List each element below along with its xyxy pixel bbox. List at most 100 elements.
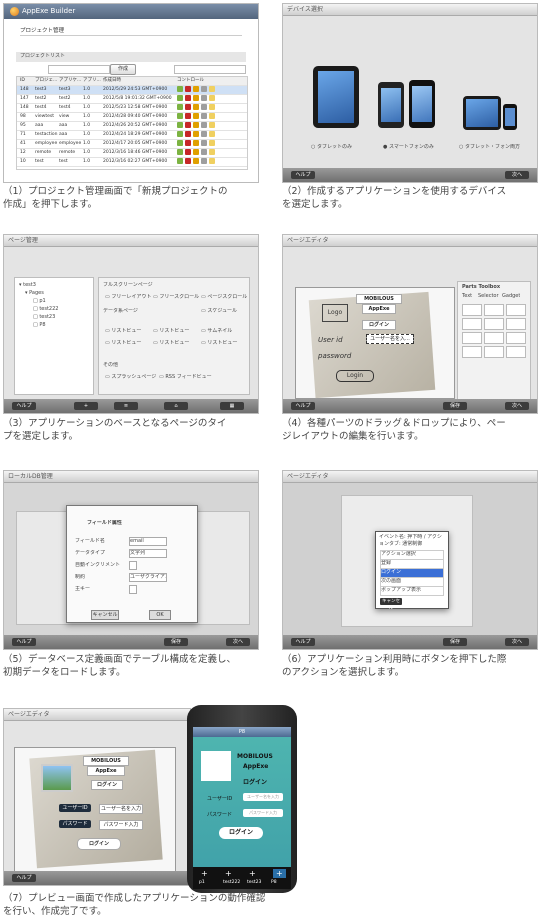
page-type-option[interactable]: ▭ リストビュー	[105, 340, 141, 347]
field-input[interactable]	[129, 585, 137, 594]
export-icon[interactable]	[209, 131, 215, 137]
app-label[interactable]: AppExe	[362, 304, 396, 314]
login-label[interactable]: ログイン	[362, 320, 396, 330]
copy-icon[interactable]	[201, 158, 207, 164]
opt-both[interactable]: ○ タブレット・フォン両方	[459, 144, 520, 151]
toolbox-part[interactable]	[506, 304, 526, 316]
page-type-option[interactable]: ▭ スケジュール	[201, 308, 237, 315]
save-button[interactable]: 保存	[164, 638, 188, 646]
tab-label[interactable]: P8	[271, 880, 277, 885]
edit-icon[interactable]	[177, 140, 183, 146]
tab-label[interactable]: test23	[247, 880, 261, 885]
field-input[interactable]	[129, 561, 137, 570]
tablet-device-2[interactable]	[463, 96, 501, 130]
settings-icon[interactable]	[193, 149, 199, 155]
page-type-option[interactable]: ▭ RSS フィードビュー	[159, 374, 212, 381]
tab-label[interactable]: p1	[199, 880, 205, 885]
action-option[interactable]: ポップアップ表示	[380, 586, 444, 596]
delete-icon[interactable]	[185, 149, 191, 155]
radio-icon[interactable]: ○	[459, 144, 463, 150]
export-icon[interactable]	[209, 86, 215, 92]
next-button[interactable]: 次へ	[505, 402, 529, 410]
grid-icon[interactable]: ▦	[220, 402, 244, 410]
phone-device-3[interactable]	[503, 104, 517, 130]
toolbox-part[interactable]	[462, 332, 482, 344]
tree-page[interactable]: □ p1	[33, 298, 46, 305]
table-row[interactable]: 98 viewtest view 1.0 2012/4/28 09:40 GMT+090…	[17, 113, 247, 122]
page-type-option[interactable]: ▭ フリースクロール	[153, 294, 199, 301]
field-input[interactable]: 文字列	[129, 549, 167, 558]
brand-label[interactable]: MOBILOUS	[83, 756, 129, 766]
phone-device-1[interactable]	[378, 82, 404, 128]
tab-plus-icon[interactable]: +	[273, 869, 286, 878]
toolbox-tab[interactable]: Selector	[478, 293, 499, 300]
settings-icon[interactable]	[193, 158, 199, 164]
delete-icon[interactable]	[185, 86, 191, 92]
next-button[interactable]: 次へ	[226, 638, 250, 646]
tab-label[interactable]: test222	[223, 880, 240, 885]
page-type-option[interactable]: ▭ スプラッシュページ	[105, 374, 156, 381]
page-type-option[interactable]: ▭ リストビュー	[201, 340, 237, 347]
brand-label[interactable]: MOBILOUS	[356, 294, 402, 304]
page-type-option[interactable]: ▭ サムネイル	[201, 328, 232, 335]
edit-icon[interactable]	[177, 122, 183, 128]
toolbox-part[interactable]	[462, 304, 482, 316]
help-button[interactable]: ヘルプ	[291, 171, 315, 179]
export-icon[interactable]	[209, 95, 215, 101]
copy-icon[interactable]	[201, 95, 207, 101]
delete-icon[interactable]	[185, 140, 191, 146]
toolbox-tab[interactable]: Gadget	[502, 293, 520, 300]
settings-icon[interactable]	[193, 140, 199, 146]
user-field[interactable]: ユーザー名を入...	[366, 334, 414, 344]
export-icon[interactable]	[209, 140, 215, 146]
copy-icon[interactable]	[201, 104, 207, 110]
tree-page[interactable]: □ P8	[33, 322, 46, 329]
settings-icon[interactable]	[193, 95, 199, 101]
table-row[interactable]: 148 test4 test4 1.0 2012/5/23 12:58 GMT+0900	[17, 104, 247, 113]
copy-icon[interactable]	[201, 122, 207, 128]
phone-device-2[interactable]	[409, 80, 435, 128]
delete-icon[interactable]	[185, 113, 191, 119]
page-type-option[interactable]: ▭ ページスクロール	[201, 294, 247, 301]
delete-icon[interactable]	[185, 131, 191, 137]
save-button[interactable]: 保存	[443, 638, 467, 646]
tree-root[interactable]: ▾ test3	[19, 282, 36, 289]
delete-icon[interactable]	[185, 95, 191, 101]
copy-icon[interactable]	[201, 149, 207, 155]
toolbox-part[interactable]	[462, 318, 482, 330]
radio-icon[interactable]: ○	[311, 144, 315, 150]
delete-icon[interactable]	[185, 104, 191, 110]
toolbox-tab[interactable]: Text	[462, 293, 472, 300]
toolbox-part[interactable]	[506, 346, 526, 358]
tree-page[interactable]: □ test222	[33, 306, 58, 313]
settings-icon[interactable]	[193, 131, 199, 137]
export-icon[interactable]	[209, 113, 215, 119]
copy-icon[interactable]	[201, 86, 207, 92]
tab-plus-icon[interactable]: +	[249, 869, 256, 878]
toolbox-part[interactable]	[462, 346, 482, 358]
edit-icon[interactable]	[177, 104, 183, 110]
settings-icon[interactable]	[193, 122, 199, 128]
phone-pass-field[interactable]: パスワード入力	[243, 809, 283, 817]
next-button[interactable]: 次へ	[505, 638, 529, 646]
ok-button[interactable]: OK	[149, 610, 171, 620]
login-button[interactable]: ログイン	[77, 838, 121, 850]
settings-icon[interactable]	[193, 86, 199, 92]
edit-icon[interactable]	[177, 113, 183, 119]
page-type-option[interactable]: ▭ リストビュー	[153, 328, 189, 335]
toolbox-part[interactable]	[506, 318, 526, 330]
field-input[interactable]: email	[129, 537, 167, 546]
field-input[interactable]: ユーザクライアント	[129, 573, 167, 582]
edit-icon[interactable]	[177, 131, 183, 137]
opt-tablet[interactable]: ○ タブレットのみ	[311, 144, 352, 151]
password-field[interactable]: パスワード入力	[99, 820, 143, 830]
tab-plus-icon[interactable]: +	[201, 869, 208, 878]
radio-selected-icon[interactable]: ●	[383, 144, 387, 150]
help-button[interactable]: ヘルプ	[291, 638, 315, 646]
export-icon[interactable]	[209, 158, 215, 164]
export-icon[interactable]	[209, 104, 215, 110]
table-row[interactable]: 41 employee employee 1.0 2012/4/17 20:05 GMT…	[17, 140, 247, 149]
search-field[interactable]	[48, 65, 110, 74]
help-button[interactable]: ヘルプ	[12, 638, 36, 646]
help-button[interactable]: ヘルプ	[291, 402, 315, 410]
